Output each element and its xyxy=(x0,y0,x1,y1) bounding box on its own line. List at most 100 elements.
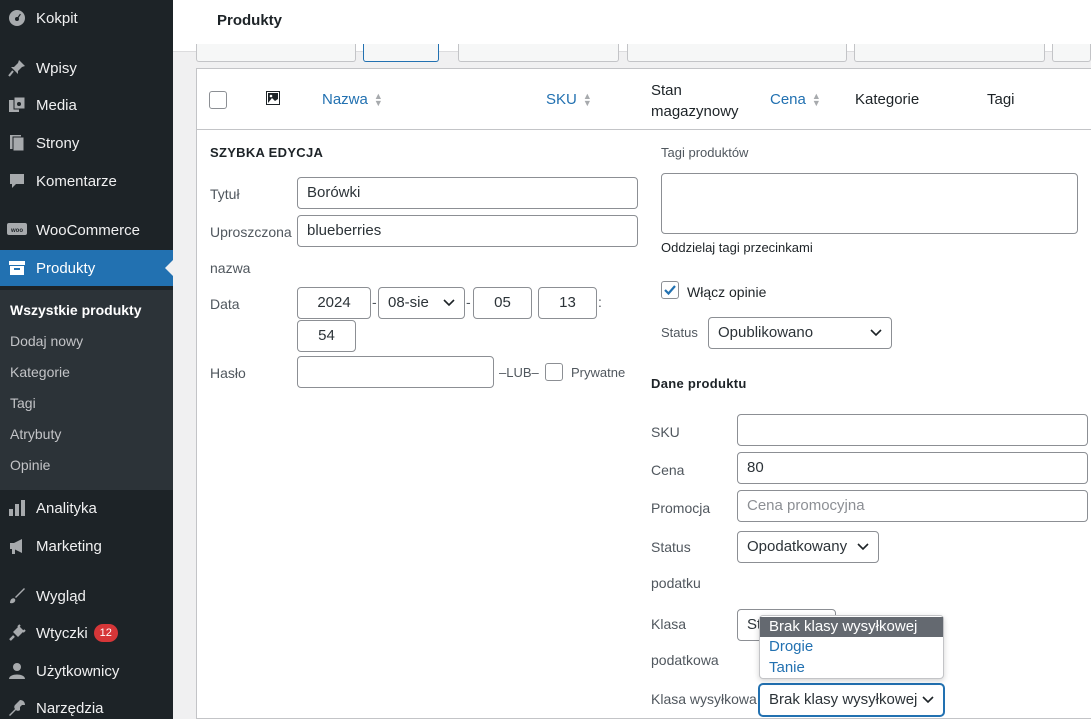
table-header: Nazwa ▲ ▼ SKU ▲ ▼ Stan magazynowy Cena ▲ ▼ Kat… xyxy=(197,69,1091,130)
shipping-option[interactable]: Brak klasy wysyłkowej xyxy=(760,617,943,637)
shipping-option[interactable]: Drogie xyxy=(760,637,943,657)
column-price[interactable]: Cena ▲ ▼ xyxy=(770,91,821,108)
sidebar-item-kokpit[interactable]: Kokpit xyxy=(0,0,173,36)
title-input[interactable]: Borówki xyxy=(297,177,638,209)
comments-icon xyxy=(6,171,28,191)
sidebar-item-label: Marketing xyxy=(36,537,102,555)
date-year-input[interactable]: 2024 xyxy=(297,287,371,319)
date-month-value: 08-sie xyxy=(388,294,429,311)
submenu-add-new[interactable]: Dodaj nowy xyxy=(10,333,83,349)
column-stock-label-2: magazynowy xyxy=(651,103,739,120)
column-stock: Stan magazynowy xyxy=(651,80,739,122)
date-hour-input[interactable]: 13 xyxy=(538,287,597,319)
image-column-icon xyxy=(266,91,280,108)
sku-input[interactable] xyxy=(737,414,1088,446)
product-tags-label: Tagi produktów xyxy=(661,145,749,160)
filter-control[interactable] xyxy=(363,44,439,62)
date-separator: - xyxy=(466,294,471,310)
tax-status-label-line2: podatku xyxy=(651,575,701,591)
private-label: Prywatne xyxy=(571,365,626,380)
sidebar-item-label: Analityka xyxy=(36,499,97,517)
sidebar-item-wpisy[interactable]: Wpisy xyxy=(0,50,173,86)
sidebar-item-label: Wygląd xyxy=(36,587,86,605)
chevron-down-icon xyxy=(857,532,869,573)
select-all-checkbox[interactable] xyxy=(209,91,227,109)
sort-icon: ▲ ▼ xyxy=(373,91,383,109)
shipping-option[interactable]: Tanie xyxy=(760,658,943,678)
price-input[interactable]: 80 xyxy=(737,452,1088,484)
enable-reviews-checkbox[interactable] xyxy=(661,281,679,299)
sidebar-item-wtyczki[interactable]: Wtyczki 12 xyxy=(0,615,173,651)
admin-sidebar: Kokpit Wpisy Media Strony Komentarze woo… xyxy=(0,0,173,719)
date-minute-input[interactable]: 54 xyxy=(297,320,356,352)
sidebar-item-label: Narzędzia xyxy=(36,699,104,717)
products-submenu: Wszystkie produkty Dodaj nowy Kategorie … xyxy=(0,290,173,490)
post-status-select[interactable]: Opublikowano xyxy=(708,317,892,349)
filter-control[interactable] xyxy=(458,44,619,62)
tax-class-label-line2: podatkowa xyxy=(651,652,719,668)
sidebar-item-media[interactable]: Media xyxy=(0,87,173,123)
sidebar-item-label: Strony xyxy=(36,134,80,152)
sidebar-item-label: Produkty xyxy=(36,259,96,277)
filter-control[interactable] xyxy=(627,44,847,62)
sidebar-item-label: Użytkownicy xyxy=(36,662,120,680)
column-categories: Kategorie xyxy=(855,91,920,108)
sidebar-item-label: Komentarze xyxy=(36,172,117,190)
column-name[interactable]: Nazwa ▲ ▼ xyxy=(322,91,383,108)
date-separator: - xyxy=(372,294,377,310)
column-price-label: Cena xyxy=(770,91,806,108)
password-label: Hasło xyxy=(210,365,246,381)
chart-icon xyxy=(6,498,28,518)
filter-control[interactable] xyxy=(854,44,1045,62)
sidebar-item-produkty[interactable]: Produkty xyxy=(0,250,173,286)
sidebar-item-uzytkownicy[interactable]: Użytkownicy xyxy=(0,653,173,689)
product-tags-textarea[interactable] xyxy=(661,173,1078,234)
slug-input[interactable]: blueberries xyxy=(297,215,638,247)
or-text: –LUB– xyxy=(499,365,539,380)
sidebar-item-marketing[interactable]: Marketing xyxy=(0,528,173,564)
plugin-icon xyxy=(6,623,28,643)
post-status-value: Opublikowano xyxy=(718,324,814,341)
sidebar-item-woocommerce[interactable]: woo WooCommerce xyxy=(0,212,173,248)
product-data-heading: Dane produktu xyxy=(651,376,747,391)
sidebar-item-narzedzia[interactable]: Narzędzia xyxy=(0,690,173,719)
date-label: Data xyxy=(210,296,240,312)
pin-icon xyxy=(6,58,28,78)
post-status-label: Status xyxy=(661,325,698,340)
sidebar-item-wyglad[interactable]: Wygląd xyxy=(0,578,173,614)
sidebar-item-label: Wtyczki xyxy=(36,624,88,642)
brush-icon xyxy=(6,586,28,606)
sidebar-item-komentarze[interactable]: Komentarze xyxy=(0,163,173,199)
sale-price-input[interactable]: Cena promocyjna xyxy=(737,490,1088,522)
sort-icon: ▲ ▼ xyxy=(811,91,821,109)
filter-control[interactable] xyxy=(196,44,356,62)
submenu-attributes[interactable]: Atrybuty xyxy=(10,426,61,442)
user-icon xyxy=(6,661,28,681)
sidebar-item-strony[interactable]: Strony xyxy=(0,125,173,161)
password-input[interactable] xyxy=(297,356,494,388)
chevron-down-icon xyxy=(870,318,882,359)
date-day-input[interactable]: 05 xyxy=(473,287,532,319)
quick-edit-heading: SZYBKA EDYCJA xyxy=(210,145,324,160)
shipping-class-label: Klasa wysyłkowa xyxy=(651,691,757,707)
submenu-reviews[interactable]: Opinie xyxy=(10,457,50,473)
submenu-categories[interactable]: Kategorie xyxy=(10,364,70,380)
private-checkbox[interactable] xyxy=(545,363,563,381)
sidebar-item-label: Wpisy xyxy=(36,59,77,77)
tax-status-select[interactable]: Opodatkowany xyxy=(737,531,879,563)
tax-status-label-line1: Status xyxy=(651,539,691,555)
sidebar-item-analityka[interactable]: Analityka xyxy=(0,490,173,526)
date-month-select[interactable]: 08-sie xyxy=(378,287,465,319)
submenu-tags[interactable]: Tagi xyxy=(10,395,36,411)
column-sku[interactable]: SKU ▲ ▼ xyxy=(546,91,592,108)
shipping-class-value: Brak klasy wysyłkowej xyxy=(769,691,918,708)
filter-control[interactable] xyxy=(1052,44,1091,62)
shipping-class-dropdown: Brak klasy wysyłkowej Drogie Tanie xyxy=(759,615,944,679)
archive-icon xyxy=(6,258,28,278)
megaphone-icon xyxy=(6,536,28,556)
media-icon xyxy=(6,95,28,115)
submenu-all-products[interactable]: Wszystkie produkty xyxy=(10,302,141,318)
sidebar-item-label: Media xyxy=(36,96,77,114)
products-table: Nazwa ▲ ▼ SKU ▲ ▼ Stan magazynowy Cena ▲ ▼ Kat… xyxy=(196,68,1091,719)
shipping-class-select[interactable]: Brak klasy wysyłkowej xyxy=(759,684,944,716)
